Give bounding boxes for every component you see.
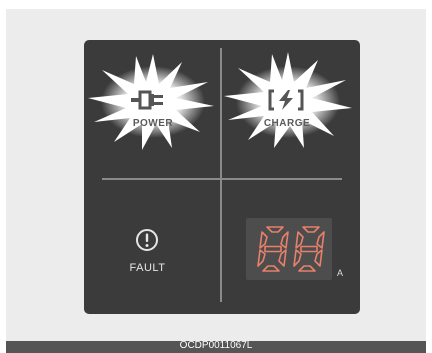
digit-1-segment-d xyxy=(262,265,280,272)
digit-2-segment-e xyxy=(293,249,302,267)
fault-label: FAULT xyxy=(129,262,166,274)
digit-1-segment-e xyxy=(257,249,266,267)
digit-2-segment-g xyxy=(300,245,318,253)
plug-icon xyxy=(131,90,163,110)
current-display: A xyxy=(222,180,360,314)
caption-bar: OCDP0011067L xyxy=(6,340,426,353)
digit-2-segment-c xyxy=(314,249,323,267)
power-label: POWER xyxy=(132,118,174,129)
seven-segment-window xyxy=(246,218,332,280)
current-unit-label: A xyxy=(337,268,344,278)
exclamation-circle-icon xyxy=(136,229,158,251)
digit-1-segment-f xyxy=(259,231,268,249)
digit-2-segment-a xyxy=(302,226,320,233)
digit-1-segment-a xyxy=(266,226,284,233)
digit-1-segment-g xyxy=(264,245,282,253)
digit-1-segment-c xyxy=(278,249,287,267)
seven-segment-digits xyxy=(257,226,325,272)
battery-bolt-icon xyxy=(268,89,304,111)
digit-2-segment-d xyxy=(298,265,316,272)
fault-indicator: FAULT xyxy=(84,180,222,314)
charge-label: CHARGE xyxy=(263,118,311,129)
charge-indicator: CHARGE xyxy=(222,40,360,177)
figure-caption: OCDP0011067L xyxy=(179,340,253,351)
digit-1-segment-b xyxy=(280,231,289,249)
power-indicator: POWER xyxy=(84,40,222,177)
digit-2-segment-b xyxy=(316,231,325,249)
charging-indicator-panel: POWER CHARGE FAULT A xyxy=(84,40,360,314)
digit-2-segment-f xyxy=(295,231,304,249)
